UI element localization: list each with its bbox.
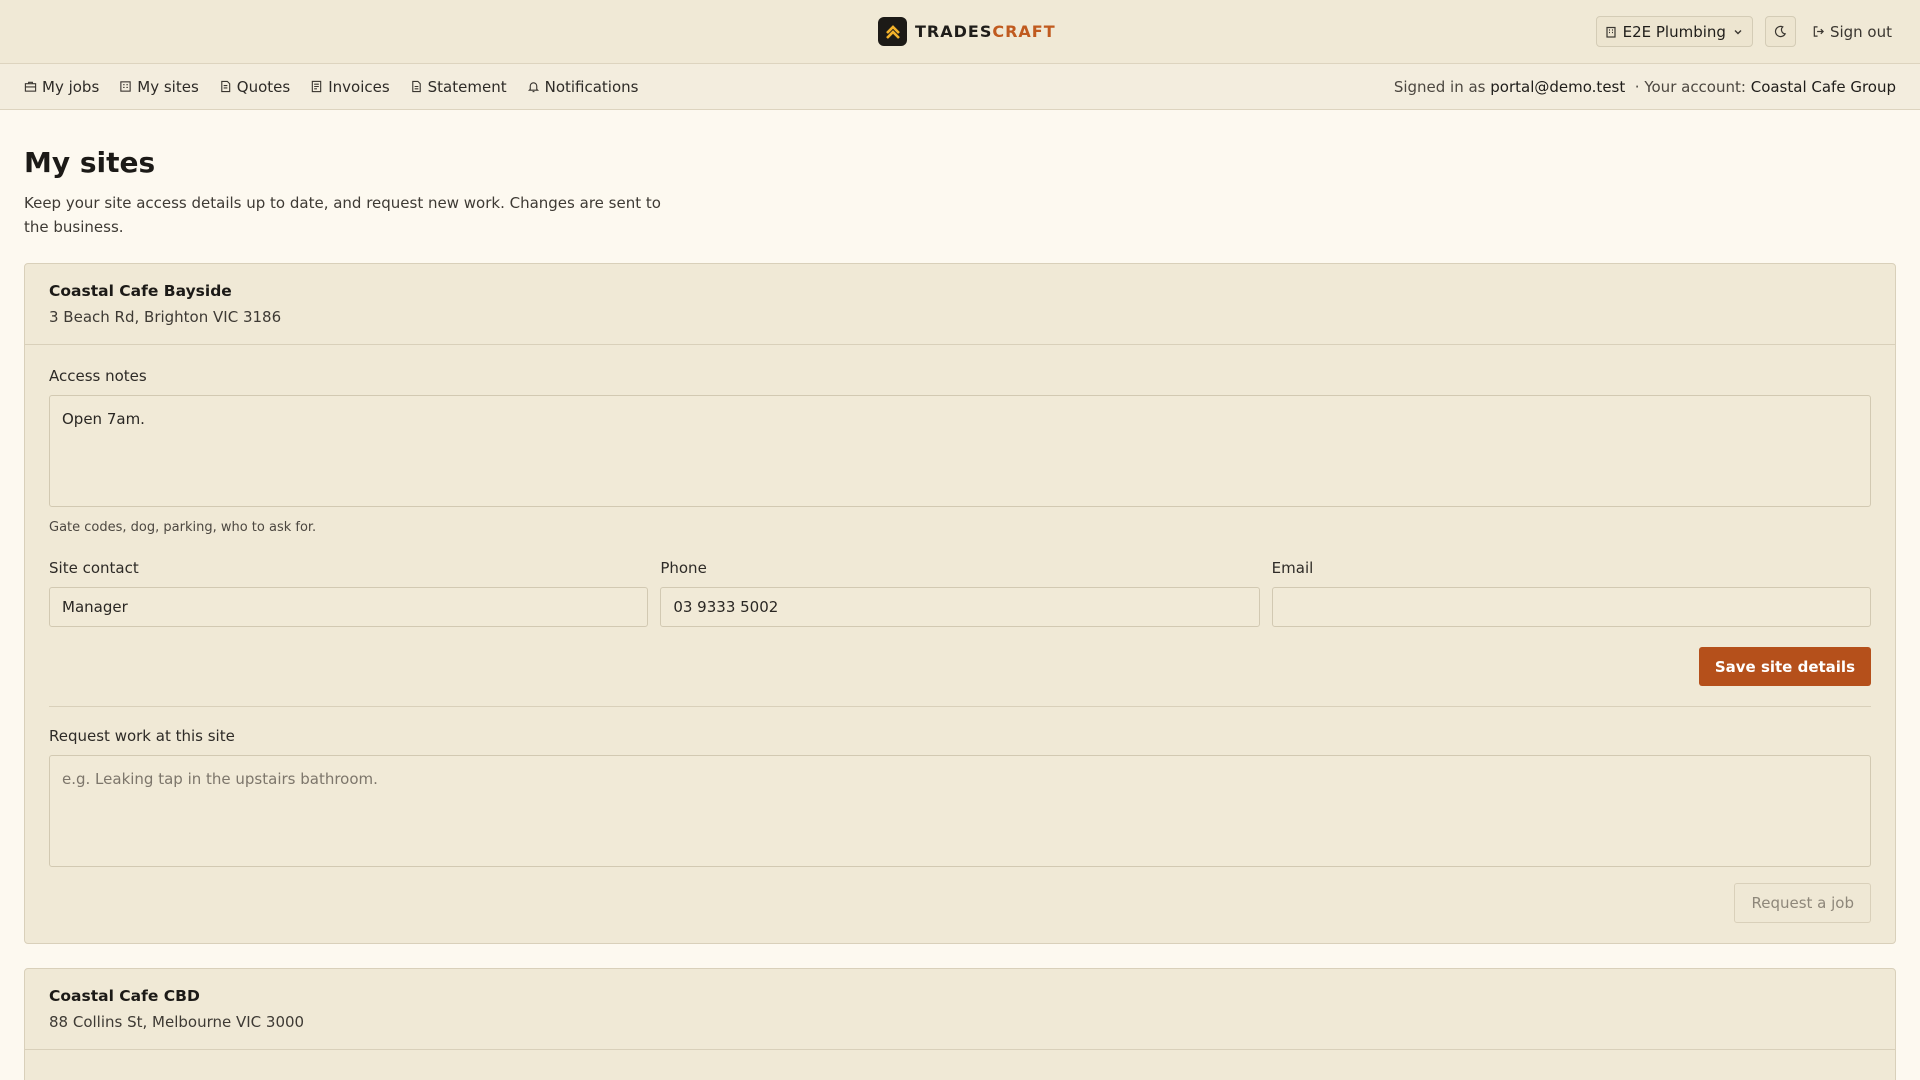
nav-item-statement[interactable]: Statement	[410, 78, 507, 96]
site-address: 88 Collins St, Melbourne VIC 3000	[49, 1013, 305, 1031]
business-select[interactable]: E2E Plumbing	[1595, 16, 1753, 47]
site-contact-label: Site contact	[49, 559, 139, 577]
site-address: 3 Beach Rd, Brighton VIC 3186	[49, 308, 282, 326]
page-title: My sites	[24, 146, 156, 179]
site-name: Coastal Cafe Bayside	[49, 282, 232, 300]
document-icon	[411, 80, 421, 93]
briefcase-icon	[24, 81, 37, 92]
nav-item-label: My sites	[137, 77, 199, 96]
nav-item-label: Notifications	[544, 77, 639, 96]
chevron-down-icon	[1734, 29, 1742, 34]
page-description: Keep your site access details up to date…	[24, 194, 661, 236]
quote-icon	[221, 80, 231, 93]
account-name: Coastal Cafe Group	[1750, 77, 1896, 96]
nav-item-invoices[interactable]: Invoices	[310, 77, 390, 96]
sign-out-label: Sign out	[1829, 22, 1892, 41]
nav-item-label: My jobs	[42, 77, 100, 96]
building-icon	[1606, 26, 1616, 38]
access-notes-hint: Gate codes, dog, parking, who to ask for…	[49, 520, 317, 535]
site-card: Coastal Cafe CBD 88 Collins St, Melbourn…	[24, 968, 1896, 1080]
brand[interactable]: TRADESCRAFT	[878, 17, 1056, 46]
nav-item-my-sites[interactable]: My sites	[119, 78, 199, 96]
site-contact-input[interactable]	[49, 587, 649, 627]
nav-item-label: Quotes	[236, 77, 291, 96]
divider	[49, 706, 1871, 707]
brand-name: TRADESCRAFT	[915, 22, 1056, 41]
nav-item-notifications[interactable]: Notifications	[527, 77, 639, 96]
chevron-up-icon	[878, 17, 907, 46]
signed-in-email: portal@demo.test	[1490, 77, 1626, 96]
email-label: Email	[1271, 559, 1314, 577]
site-card-header: Coastal Cafe Bayside 3 Beach Rd, Brighto…	[25, 264, 1895, 345]
phone-input[interactable]	[660, 587, 1260, 627]
bell-icon	[527, 82, 539, 93]
nav-item-my-jobs[interactable]: My jobs	[24, 78, 99, 96]
request-work-field[interactable]	[49, 755, 1871, 867]
site-card-header: Coastal Cafe CBD 88 Collins St, Melbourn…	[25, 969, 1895, 1050]
site-name: Coastal Cafe CBD	[49, 987, 200, 1005]
sign-out-button[interactable]: Sign out	[1808, 23, 1896, 41]
nav-item-label: Statement	[427, 77, 507, 96]
nav-bar: My jobs My sites Quotes Invoices Stateme…	[0, 64, 1920, 110]
access-notes-label: Access notes	[49, 367, 147, 385]
main-content: My sites Keep your site access details u…	[0, 146, 1920, 1080]
nav-item-label: Invoices	[328, 77, 390, 96]
access-notes-field[interactable]	[49, 395, 1871, 507]
building-icon	[120, 81, 131, 92]
save-site-details-button[interactable]: Save site details	[1698, 647, 1871, 686]
site-card: Coastal Cafe Bayside 3 Beach Rd, Brighto…	[24, 263, 1896, 944]
signed-in-info: Signed in as portal@demo.test · Your acc…	[1393, 77, 1896, 96]
phone-label: Phone	[660, 559, 707, 577]
nav-item-quotes[interactable]: Quotes	[219, 78, 290, 96]
business-select-value: E2E Plumbing	[1622, 22, 1726, 41]
email-input[interactable]	[1271, 587, 1871, 627]
sign-out-icon	[1813, 26, 1824, 37]
theme-toggle-button[interactable]	[1764, 16, 1796, 47]
request-job-button[interactable]: Request a job	[1734, 883, 1871, 923]
top-bar: TRADESCRAFT E2E Plumbing Sign out	[0, 0, 1920, 64]
request-work-label: Request work at this site	[49, 727, 235, 745]
invoice-icon	[311, 80, 322, 93]
moon-icon	[1774, 25, 1787, 38]
